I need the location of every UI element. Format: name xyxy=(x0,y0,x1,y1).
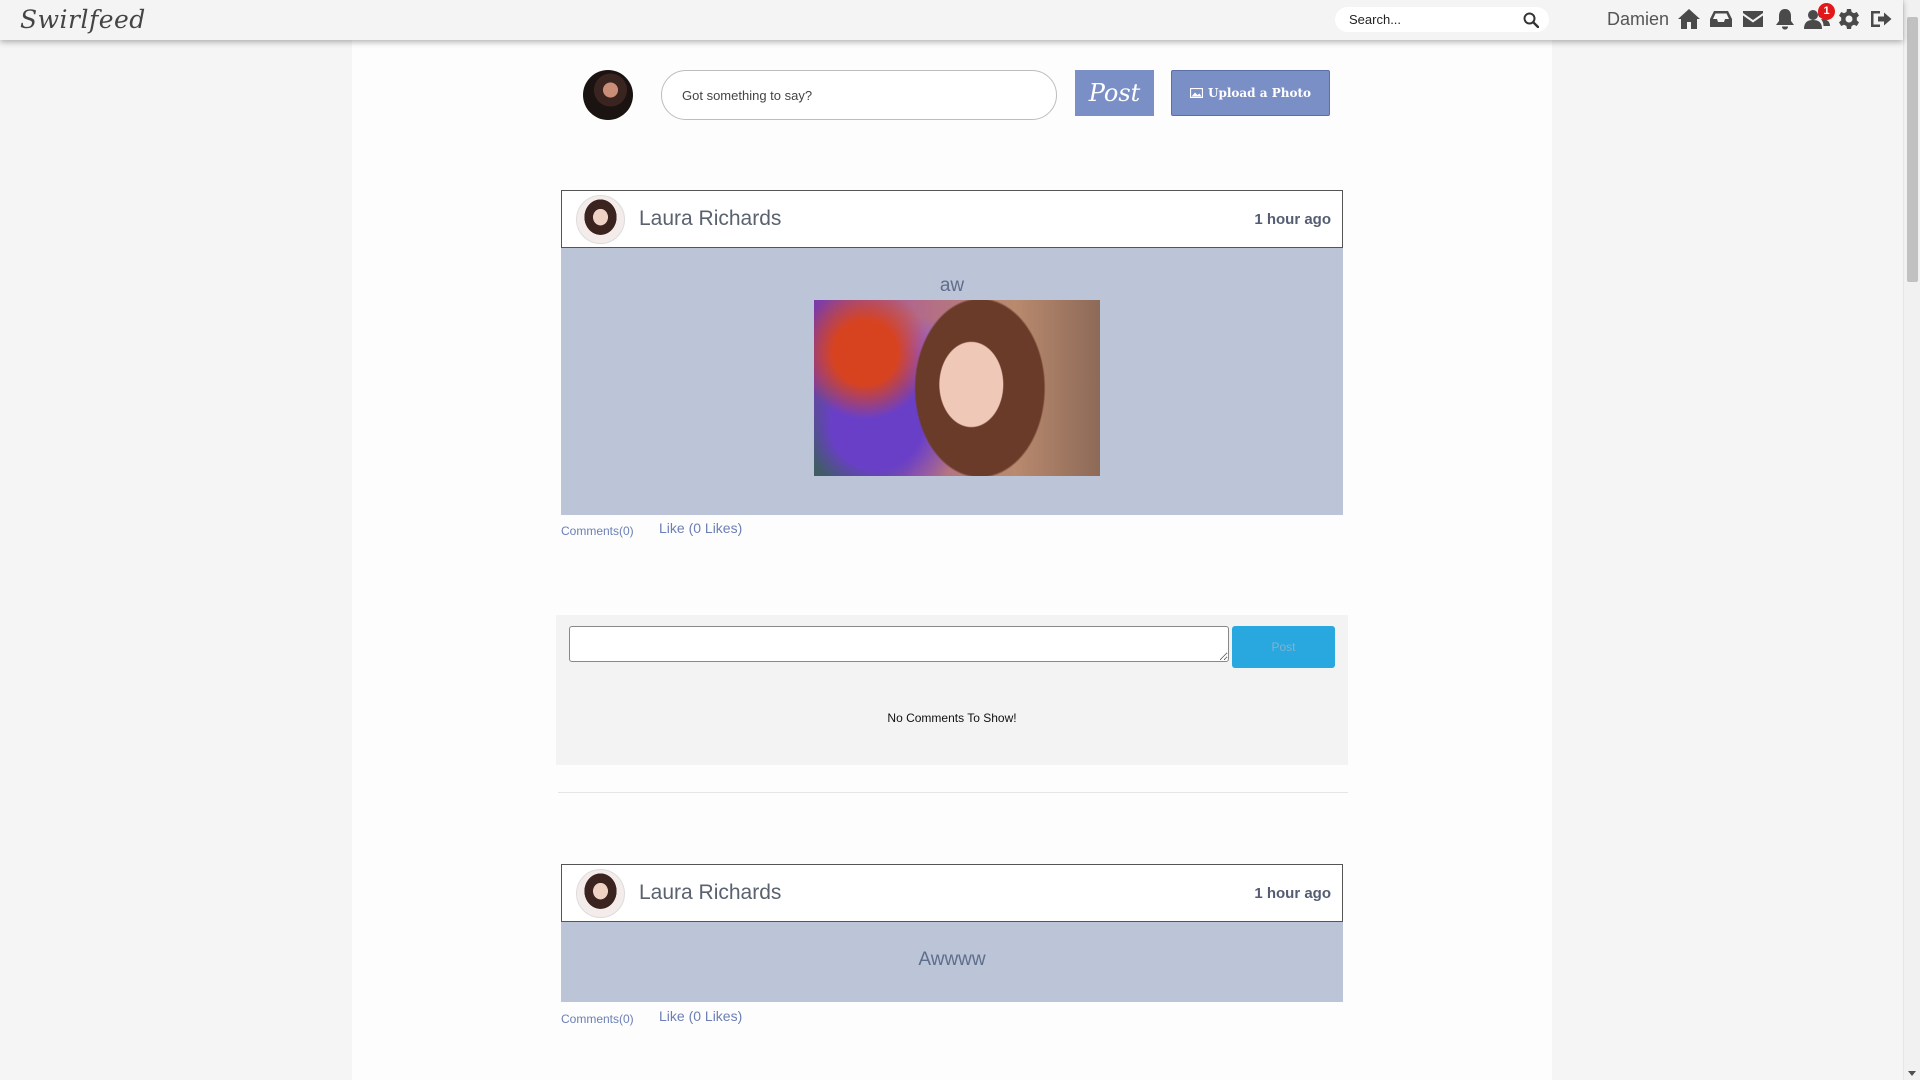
nav-icon-group: 1 xyxy=(1675,3,1895,32)
search-icon xyxy=(1523,12,1539,28)
post-author-link[interactable]: Laura Richards xyxy=(639,207,781,231)
top-navbar: Swirlfeed Damien xyxy=(0,0,1903,40)
post-image[interactable] xyxy=(814,300,1100,476)
scroll-down-arrow-icon[interactable] xyxy=(1908,1071,1916,1076)
settings-button[interactable] xyxy=(1835,6,1863,32)
logout-button[interactable] xyxy=(1867,6,1895,32)
post-timestamp: 1 hour ago xyxy=(1254,885,1331,902)
post-divider xyxy=(558,792,1348,793)
notifications-button[interactable] xyxy=(1771,6,1799,32)
author-avatar[interactable] xyxy=(576,195,625,244)
post-header: Laura Richards 1 hour ago xyxy=(561,864,1343,922)
search-input[interactable] xyxy=(1349,10,1514,29)
current-user-avatar[interactable] xyxy=(583,70,633,120)
post-composer-input[interactable] xyxy=(661,70,1057,120)
inbox-button[interactable] xyxy=(1707,6,1735,32)
like-link[interactable]: Like (0 Likes) xyxy=(659,1008,742,1024)
username-link[interactable]: Damien xyxy=(1607,9,1669,30)
friend-request-badge: 1 xyxy=(1818,3,1835,20)
logout-icon xyxy=(1871,11,1892,27)
post-author-link[interactable]: Laura Richards xyxy=(639,881,781,905)
comment-section: Post No Comments To Show! xyxy=(556,615,1348,765)
no-comments-message: No Comments To Show! xyxy=(887,711,1017,725)
post-timestamp: 1 hour ago xyxy=(1254,211,1331,228)
like-link[interactable]: Like (0 Likes) xyxy=(659,520,742,536)
post-actions: Comments(0) Like (0 Likes) xyxy=(561,518,861,538)
envelope-icon xyxy=(1743,11,1763,27)
messages-button[interactable] xyxy=(1739,6,1767,32)
home-icon xyxy=(1678,9,1700,29)
gear-icon xyxy=(1839,9,1859,29)
post-body: Awwww xyxy=(561,922,1343,1002)
upload-photo-label: Upload a Photo xyxy=(1207,86,1311,100)
post-body: aw xyxy=(561,248,1343,515)
bell-icon xyxy=(1776,9,1794,30)
home-button[interactable] xyxy=(1675,6,1703,32)
comments-link[interactable]: Comments(0) xyxy=(561,1012,634,1026)
post-button[interactable]: Post xyxy=(1075,70,1154,116)
upload-photo-button[interactable]: Upload a Photo xyxy=(1171,70,1330,116)
author-avatar[interactable] xyxy=(576,869,625,918)
post-text: Awwww xyxy=(918,949,986,970)
post-actions: Comments(0) Like (0 Likes) xyxy=(561,1006,861,1026)
comments-link[interactable]: Comments(0) xyxy=(561,524,634,538)
post-header: Laura Richards 1 hour ago xyxy=(561,190,1343,248)
search-button[interactable] xyxy=(1521,10,1541,30)
comment-post-button[interactable]: Post xyxy=(1232,626,1335,668)
inbox-icon xyxy=(1710,11,1732,27)
scrollbar-thumb[interactable] xyxy=(1907,17,1918,282)
image-icon xyxy=(1189,88,1203,98)
search-box xyxy=(1335,7,1549,32)
comment-input[interactable] xyxy=(569,626,1229,662)
app-logo[interactable]: Swirlfeed xyxy=(20,5,146,34)
post-text: aw xyxy=(939,275,965,296)
page-scrollbar[interactable] xyxy=(1903,0,1920,1080)
friend-requests-button[interactable]: 1 xyxy=(1803,3,1835,32)
